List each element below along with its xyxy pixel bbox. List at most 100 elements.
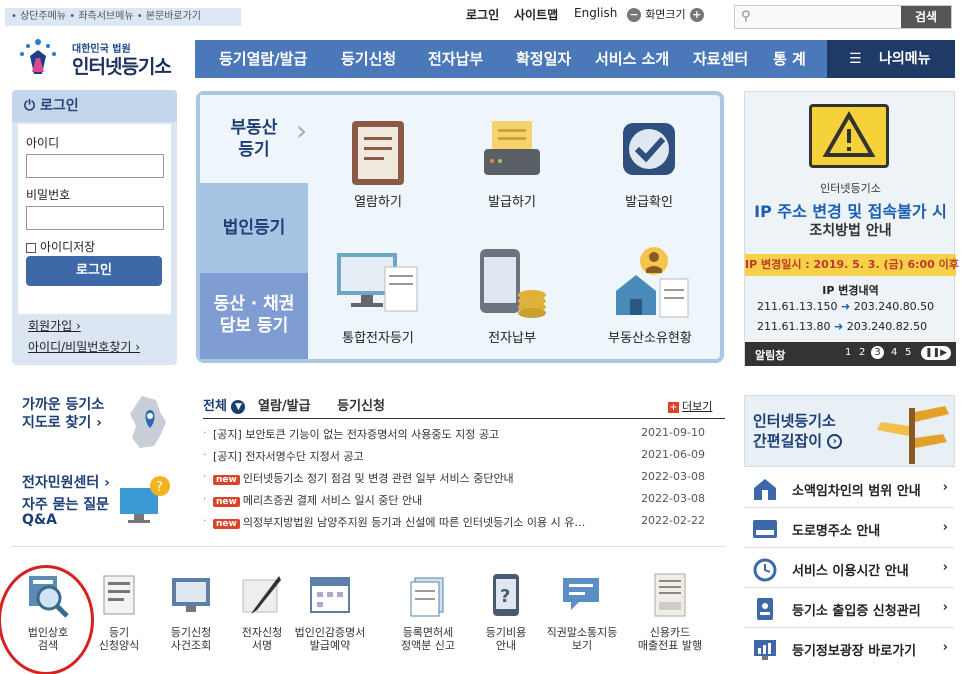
- document-view-icon: [352, 121, 404, 185]
- find-account-link[interactable]: 아이디/비밀번호찾기 ›: [28, 338, 140, 355]
- house-person-icon: [616, 247, 689, 318]
- hamburger-icon: ☰: [849, 51, 862, 67]
- monitor-document-icon: [337, 253, 418, 312]
- search-button[interactable]: 검색: [901, 6, 951, 28]
- tab-view-issue[interactable]: 열람/발급: [258, 399, 311, 414]
- notice-item[interactable]: · [공지] 전자서명수단 지정서 공고 2021-06-09: [203, 448, 715, 470]
- notice-title: 인터넷등기소 정기 점검 및 변경 관련 일부 서비스 중단안내: [242, 472, 514, 485]
- court-logo-icon: [20, 39, 56, 74]
- password-input[interactable]: [26, 206, 164, 230]
- pause-play-icon[interactable]: ❚❚▶: [921, 346, 951, 360]
- guide-line1: 인터넷등기소: [753, 412, 836, 430]
- shortcut-seal-reservation[interactable]: 법인인감증명서 발급예약: [294, 572, 366, 652]
- nav-item-fixed-date[interactable]: 확정일자: [516, 40, 571, 78]
- quick-link-service-hours[interactable]: 서비스 이용시간 안내 ›: [744, 550, 954, 588]
- english-link[interactable]: English: [574, 6, 617, 20]
- tab-real-estate[interactable]: 부동산 등기: [200, 95, 308, 183]
- chevron-down-icon[interactable]: ▼: [231, 399, 246, 414]
- guide-banner[interactable]: 인터넷등기소 간편길잡이 ›: [744, 395, 955, 467]
- ip-notice-banner[interactable]: 인터넷등기소 IP 주소 변경 및 접속불가 시 조치방법 안내 IP 변경일시…: [744, 91, 959, 366]
- service-verify[interactable]: 발급확인: [604, 117, 694, 210]
- save-id-checkbox[interactable]: [26, 242, 36, 253]
- skip-links[interactable]: • 상단주메뉴 • 좌측서브메뉴 • 본문바로가기: [5, 8, 241, 26]
- nav-item-resources[interactable]: 자료센터: [693, 40, 748, 78]
- save-id-row[interactable]: 아이디저장: [26, 238, 95, 255]
- search-icon: ⚲: [741, 9, 751, 24]
- zoom-in-icon[interactable]: +: [689, 7, 704, 22]
- login-link[interactable]: 로그인: [466, 6, 499, 23]
- phone-coins-icon: [480, 249, 546, 318]
- nav-item-service[interactable]: 서비스 소개: [595, 40, 669, 78]
- faq-link[interactable]: 자주 묻는 질문: [22, 494, 109, 514]
- more-link[interactable]: + 더보기: [668, 398, 712, 414]
- notice-item[interactable]: · new 의정부지방법원 남양주지원 등기과 신설에 따른 인터넷등기소 이용 시…: [203, 514, 715, 536]
- id-input[interactable]: [26, 154, 164, 178]
- new-badge: new: [213, 497, 240, 507]
- chat-bubble-icon: [563, 578, 599, 610]
- quick-link-label: 서비스 이용시간 안내: [792, 564, 909, 579]
- tab-registry-apply[interactable]: 등기신청: [337, 399, 385, 414]
- service-ownership[interactable]: 부동산소유현황: [598, 243, 702, 346]
- nav-item-payment[interactable]: 전자납부: [428, 40, 483, 78]
- banner-footer: 알림창 1 2 3 4 5 ❚❚▶: [745, 342, 956, 366]
- notice-item[interactable]: · [공지] 보안토큰 기능이 없는 전자증명서의 사용중도 지정 공고 2021-…: [203, 426, 715, 448]
- id-label: 아이디: [26, 136, 60, 150]
- highlight-circle: [0, 565, 94, 674]
- quick-link-road-address[interactable]: 도로명주소 안내 ›: [744, 510, 954, 548]
- phone-question-icon: ?: [493, 574, 519, 616]
- address-sign-icon: [753, 520, 777, 538]
- site-logo[interactable]: 대한민국 법원 인터넷등기소: [16, 34, 184, 82]
- shortcut-cancellation-notice[interactable]: 직권말소통지등 보기: [546, 572, 618, 652]
- nav-item-apply[interactable]: 등기신청: [341, 40, 396, 78]
- shortcut-license-tax[interactable]: 등록면허세 정액분 신고: [392, 572, 464, 652]
- quick-link-data-square[interactable]: 등기정보광장 바로가기 ›: [744, 630, 954, 668]
- quick-link-tenant[interactable]: 소액임차인의 범위 안내 ›: [744, 470, 954, 508]
- service-view[interactable]: 열람하기: [338, 117, 418, 210]
- shortcut-label: 등기 신청양식: [98, 626, 140, 652]
- tab-corporate[interactable]: 법인등기: [200, 183, 308, 273]
- shortcut-cost-guide[interactable]: ? 등기비용 안내: [470, 572, 542, 652]
- arrow-circle-icon: ›: [827, 434, 843, 449]
- service-e-payment[interactable]: 전자납부: [472, 243, 552, 346]
- page-3-current[interactable]: 3: [871, 346, 884, 359]
- ip-from: 211.61.13.150: [757, 300, 838, 313]
- tab-all[interactable]: 전체: [203, 399, 227, 414]
- login-panel: ⏻ 로그인 아이디 비밀번호 아이디저장 로그인 회원가입 › 아이디/비밀번호…: [12, 90, 177, 365]
- notice-item[interactable]: · new 메리츠증권 결제 서비스 일시 중단 안내 2022-03-08: [203, 492, 715, 514]
- service-view-label: 열람하기: [354, 195, 402, 210]
- quick-link-label: 도로명주소 안내: [792, 524, 881, 539]
- nav-item-stats[interactable]: 통 계: [773, 40, 806, 78]
- qa-link[interactable]: Q&A: [22, 512, 57, 528]
- ip-row-1: 211.61.13.150 ➜ 203.240.80.50: [757, 300, 934, 313]
- nav-item-view-issue[interactable]: 등기열람/발급: [219, 40, 307, 78]
- my-menu-button[interactable]: ☰ 나의메뉴: [827, 40, 955, 78]
- shortcut-card-receipt[interactable]: 신용카드 매출전표 발행: [634, 572, 706, 652]
- search-input[interactable]: [761, 8, 901, 26]
- page-5[interactable]: 5: [905, 347, 911, 358]
- e-civil-center-link[interactable]: 전자민원센터 ›: [22, 472, 110, 492]
- notice-date: 2021-06-09: [641, 448, 705, 461]
- page-2[interactable]: 2: [859, 347, 865, 358]
- service-e-registry[interactable]: 통합전자등기: [328, 243, 428, 346]
- new-badge: new: [213, 519, 240, 529]
- banner-history-title: IP 변경내역: [822, 284, 879, 297]
- page-4[interactable]: 4: [891, 347, 897, 358]
- sitemap-link[interactable]: 사이트맵: [514, 6, 558, 23]
- quick-link-label: 등기소 출입증 신청관리: [792, 604, 921, 619]
- warning-icon: [809, 104, 889, 168]
- page-1[interactable]: 1: [845, 347, 851, 358]
- shortcut-registry-forms[interactable]: 등기 신청양식: [83, 572, 155, 652]
- join-link[interactable]: 회원가입 ›: [28, 317, 81, 334]
- notice-item[interactable]: · new 인터넷등기소 정기 점검 및 변경 관련 일부 서비스 중단안내 2022…: [203, 470, 715, 492]
- monitor-chart-icon: [754, 640, 776, 660]
- nearby-office-link[interactable]: 가까운 등기소 지도로 찾기 ›: [22, 396, 104, 432]
- notice-date: 2022-03-08: [641, 492, 705, 505]
- quick-link-access-pass[interactable]: 등기소 출입증 신청관리 ›: [744, 590, 954, 628]
- notice-title: [공지] 전자서명수단 지정서 공고: [213, 450, 364, 463]
- shortcut-e-signature[interactable]: 전자신청 서명: [226, 572, 298, 652]
- zoom-out-icon[interactable]: −: [627, 7, 641, 22]
- service-issue[interactable]: 발급하기: [472, 117, 552, 210]
- shortcut-case-inquiry[interactable]: 등기신청 사건조회: [155, 572, 227, 652]
- tab-movable[interactable]: 동산 · 채권 담보 등기: [200, 273, 308, 359]
- login-button[interactable]: 로그인: [26, 256, 162, 286]
